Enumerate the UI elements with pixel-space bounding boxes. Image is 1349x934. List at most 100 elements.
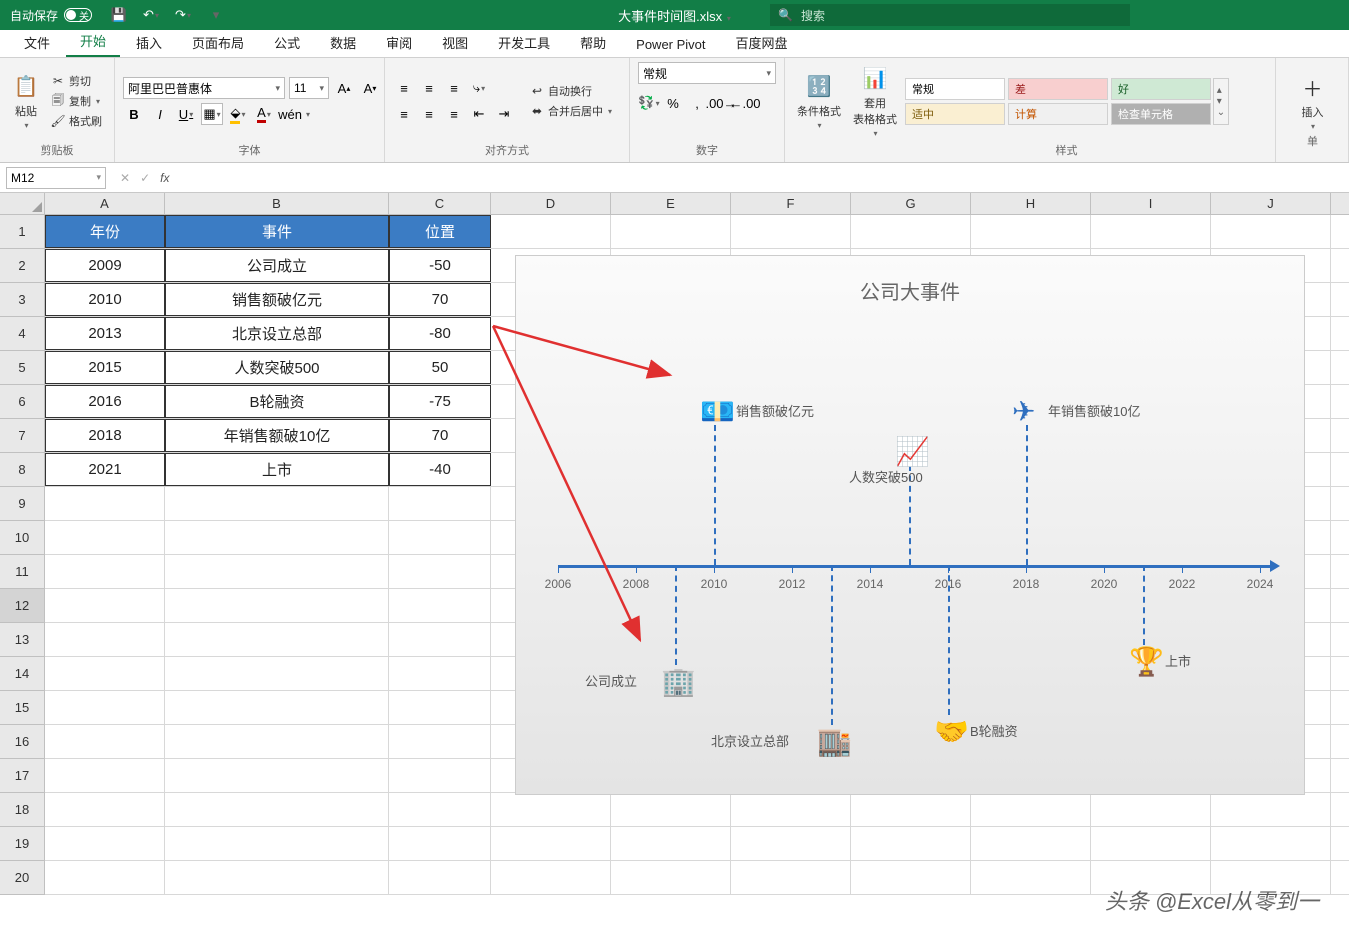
- table-format-button[interactable]: 📊 套用 表格格式▾: [849, 63, 901, 140]
- tab-view[interactable]: 视图: [428, 27, 482, 57]
- cell[interactable]: [851, 827, 971, 860]
- cell[interactable]: [731, 861, 851, 894]
- column-header[interactable]: H: [971, 193, 1091, 214]
- align-right-icon[interactable]: ≡: [443, 103, 465, 125]
- cell[interactable]: 2013: [45, 317, 165, 350]
- phonetic-button[interactable]: wén: [279, 103, 301, 125]
- cell[interactable]: [491, 793, 611, 826]
- row-header[interactable]: 10: [0, 521, 45, 555]
- row-header[interactable]: 1: [0, 215, 45, 249]
- tab-insert[interactable]: 插入: [122, 27, 176, 57]
- fx-icon[interactable]: fx: [160, 171, 169, 185]
- cell[interactable]: [611, 861, 731, 894]
- copy-button[interactable]: 🗐复制▾: [48, 92, 105, 110]
- cell[interactable]: [45, 555, 165, 588]
- row-header[interactable]: 20: [0, 861, 45, 895]
- cell[interactable]: 北京设立总部: [165, 317, 389, 350]
- formula-input[interactable]: [179, 167, 1349, 189]
- row-header[interactable]: 12: [0, 589, 45, 623]
- cell[interactable]: [389, 657, 491, 690]
- cell[interactable]: [491, 827, 611, 860]
- italic-button[interactable]: I: [149, 103, 171, 125]
- cell[interactable]: [389, 555, 491, 588]
- cell[interactable]: [1211, 827, 1331, 860]
- cell[interactable]: [45, 521, 165, 554]
- cell[interactable]: [165, 827, 389, 860]
- cell[interactable]: [731, 793, 851, 826]
- cell[interactable]: [971, 215, 1091, 248]
- cell[interactable]: [389, 589, 491, 622]
- fill-color-button[interactable]: ⬙▾: [227, 103, 249, 125]
- align-left-icon[interactable]: ≡: [393, 103, 415, 125]
- toggle-icon[interactable]: [64, 8, 92, 22]
- cell[interactable]: 销售额破亿元: [165, 283, 389, 316]
- row-header[interactable]: 3: [0, 283, 45, 317]
- row-header[interactable]: 19: [0, 827, 45, 861]
- row-header[interactable]: 11: [0, 555, 45, 589]
- row-header[interactable]: 16: [0, 725, 45, 759]
- cell-styles-gallery[interactable]: 常规 差 好 适中 计算 检查单元格: [905, 78, 1211, 125]
- cell[interactable]: [45, 861, 165, 894]
- column-header[interactable]: B: [165, 193, 389, 214]
- underline-button[interactable]: U▾: [175, 103, 197, 125]
- expand-gallery-icon[interactable]: ▴▾⌄: [1213, 78, 1229, 125]
- align-bottom-icon[interactable]: ≡: [443, 77, 465, 99]
- cell[interactable]: [1211, 793, 1331, 826]
- number-format-select[interactable]: 常规: [638, 62, 776, 84]
- cell[interactable]: [389, 691, 491, 724]
- tab-formulas[interactable]: 公式: [260, 27, 314, 57]
- style-bad[interactable]: 差: [1008, 78, 1108, 100]
- font-color-button[interactable]: A▾: [253, 103, 275, 125]
- cell[interactable]: 2016: [45, 385, 165, 418]
- cell[interactable]: 2009: [45, 249, 165, 282]
- cell[interactable]: [389, 793, 491, 826]
- style-neutral[interactable]: 适中: [905, 103, 1005, 125]
- tab-help[interactable]: 帮助: [566, 27, 620, 57]
- tab-file[interactable]: 文件: [10, 27, 64, 57]
- cell[interactable]: [165, 521, 389, 554]
- redo-icon[interactable]: ↷▾: [174, 6, 192, 24]
- cell[interactable]: [45, 793, 165, 826]
- wrap-text-button[interactable]: ↩自动换行: [527, 82, 615, 100]
- cell[interactable]: 70: [389, 419, 491, 452]
- border-button[interactable]: ▦▾: [201, 103, 223, 125]
- row-header[interactable]: 7: [0, 419, 45, 453]
- cell[interactable]: 2010: [45, 283, 165, 316]
- cell[interactable]: B轮融资: [165, 385, 389, 418]
- increase-indent-icon[interactable]: ⇥: [493, 103, 515, 125]
- cell[interactable]: [1211, 215, 1331, 248]
- cell[interactable]: [971, 793, 1091, 826]
- cell[interactable]: [165, 861, 389, 894]
- row-header[interactable]: 18: [0, 793, 45, 827]
- merge-center-button[interactable]: ⬌合并后居中▾: [527, 102, 615, 120]
- cell[interactable]: [851, 793, 971, 826]
- cell[interactable]: 公司成立: [165, 249, 389, 282]
- style-calc[interactable]: 计算: [1008, 103, 1108, 125]
- cell[interactable]: [45, 759, 165, 792]
- cell[interactable]: [45, 657, 165, 690]
- cell[interactable]: [611, 793, 731, 826]
- cell[interactable]: [389, 725, 491, 758]
- cell[interactable]: -75: [389, 385, 491, 418]
- cell[interactable]: [491, 215, 611, 248]
- row-header[interactable]: 13: [0, 623, 45, 657]
- cell[interactable]: [45, 691, 165, 724]
- autosave-toggle[interactable]: 自动保存: [0, 7, 92, 24]
- conditional-format-button[interactable]: 🔢 条件格式▾: [793, 71, 845, 132]
- orientation-icon[interactable]: ⤷▾: [468, 77, 490, 99]
- font-size-select[interactable]: 11: [289, 77, 329, 99]
- cell[interactable]: [45, 725, 165, 758]
- cell[interactable]: [851, 861, 971, 894]
- style-normal[interactable]: 常规: [905, 78, 1005, 100]
- cell[interactable]: 50: [389, 351, 491, 384]
- row-header[interactable]: 9: [0, 487, 45, 521]
- tab-data[interactable]: 数据: [316, 27, 370, 57]
- cell[interactable]: -80: [389, 317, 491, 350]
- style-check[interactable]: 检查单元格: [1111, 103, 1211, 125]
- column-header[interactable]: I: [1091, 193, 1211, 214]
- cell[interactable]: [1091, 793, 1211, 826]
- undo-icon[interactable]: ↶▾: [142, 6, 160, 24]
- cell[interactable]: [45, 487, 165, 520]
- tab-review[interactable]: 审阅: [372, 27, 426, 57]
- align-center-icon[interactable]: ≡: [418, 103, 440, 125]
